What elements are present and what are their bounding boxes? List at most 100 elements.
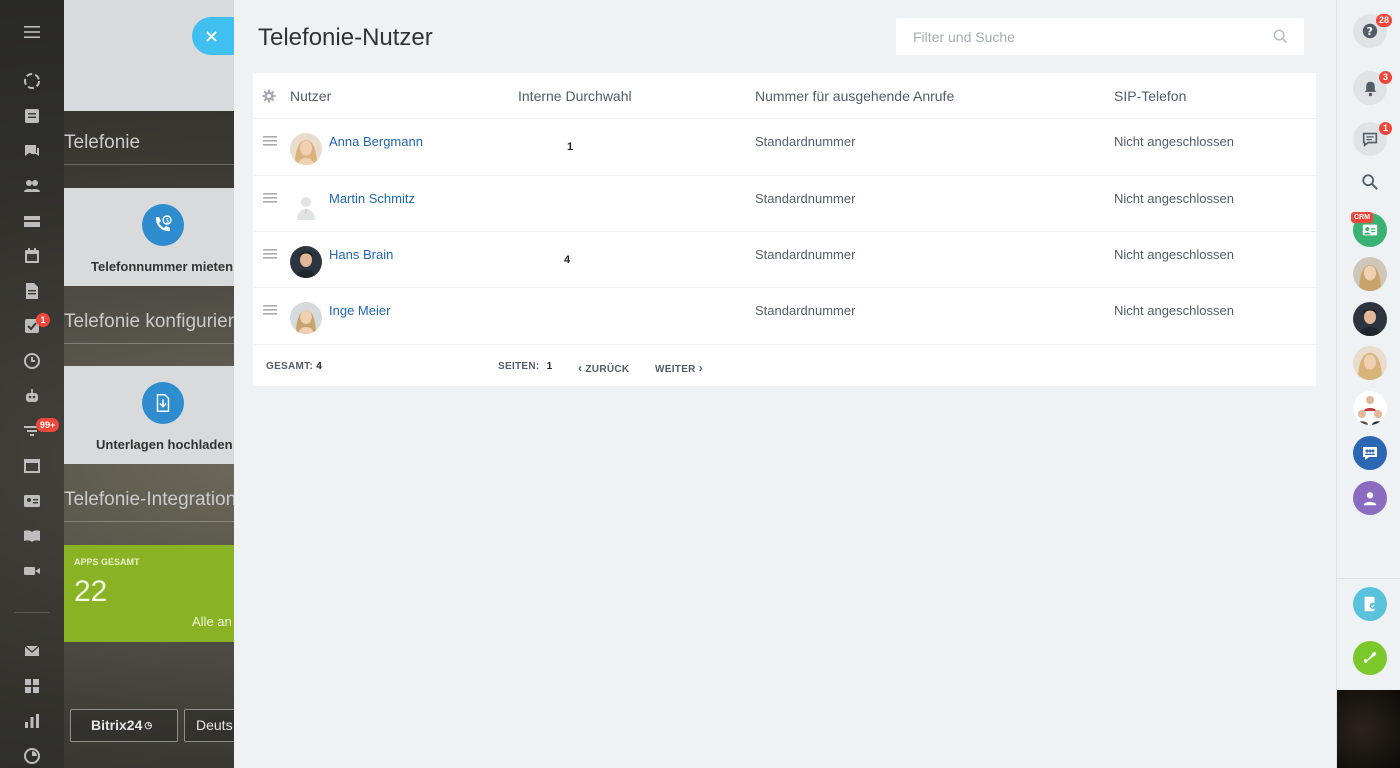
apps-total-count: 22 [74, 575, 108, 608]
sip-phone-status: Nicht angeschlossen [1114, 303, 1234, 318]
bitrix24-button[interactable]: Bitrix24 ◷ [70, 709, 178, 742]
outgoing-number-value[interactable]: Standardnummer [755, 247, 855, 262]
outgoing-number-value[interactable]: Standardnummer [755, 134, 855, 149]
total-label: GESAMT: [266, 361, 314, 372]
extension-value[interactable]: 1 [567, 141, 573, 153]
group-icon[interactable] [1353, 436, 1387, 470]
user-name-link[interactable]: Martin Schmitz [329, 191, 415, 206]
column-header-extension[interactable]: Interne Durchwahl [518, 88, 632, 104]
clock-small-icon: ◷ [144, 720, 153, 730]
window-icon[interactable] [21, 455, 43, 477]
row-menu-icon[interactable] [263, 249, 277, 259]
notifications-badge: 3 [1379, 71, 1392, 84]
background-photo-strip [1337, 690, 1400, 768]
avatar[interactable] [290, 133, 322, 165]
search-icon[interactable] [1353, 165, 1387, 199]
column-header-outgoing[interactable]: Nummer für ausgehende Anrufe [755, 88, 954, 104]
groups-icon[interactable] [21, 175, 43, 197]
column-header-sip[interactable]: SIP-Telefon [1114, 88, 1186, 104]
column-header-user[interactable]: Nutzer [290, 88, 331, 104]
drive-icon[interactable] [21, 210, 43, 232]
search-icon[interactable] [1273, 29, 1288, 44]
row-menu-icon[interactable] [263, 193, 277, 203]
users-grid: Nutzer Interne Durchwahl Nummer für ausg… [253, 73, 1316, 386]
news-feed-icon[interactable] [21, 105, 43, 127]
sip-phone-status: Nicht angeschlossen [1114, 247, 1234, 262]
call-button-icon[interactable] [1353, 641, 1387, 675]
outgoing-number-value[interactable]: Standardnummer [755, 303, 855, 318]
svg-text:$: $ [166, 217, 170, 224]
divider [64, 164, 236, 165]
phone-book-icon[interactable] [1353, 587, 1387, 621]
right-rail-divider [1337, 578, 1400, 579]
mail-icon[interactable] [21, 640, 43, 662]
apps-grid-icon[interactable] [21, 675, 43, 697]
row-menu-icon[interactable] [263, 305, 277, 315]
robot-icon[interactable] [21, 385, 43, 407]
telephony-users-panel: Telefonie-Nutzer Nutzer Interne Durchwah… [234, 0, 1336, 768]
phone-dollar-icon: $ [142, 204, 184, 246]
recent-contact-avatar[interactable] [1353, 346, 1387, 380]
rent-number-card[interactable]: $ Telefonnummer mieten [64, 188, 236, 286]
bitrix24-label: Bitrix24 [91, 717, 143, 733]
calendar-icon[interactable] [21, 245, 43, 267]
sip-phone-status: Nicht angeschlossen [1114, 134, 1234, 149]
messages-badge: 1 [1379, 122, 1392, 135]
next-page-button[interactable]: WEITER › [655, 361, 703, 375]
previous-page-button[interactable]: ‹ ZURÜCK [578, 361, 629, 375]
outgoing-number-value[interactable]: Standardnummer [755, 191, 855, 206]
total-count: GESAMT: 4 [266, 361, 322, 372]
avatar[interactable] [290, 302, 322, 334]
right-sidebar: ? 28 3 1 CRM [1336, 0, 1400, 768]
section-title-telefonie: Telefonie [64, 132, 141, 153]
chat-icon[interactable] [21, 140, 43, 162]
chevron-right-icon: › [698, 361, 704, 375]
knowledge-book-icon[interactable] [21, 525, 43, 547]
apps-total-caption: APPS GESAMT [74, 557, 140, 567]
video-icon[interactable] [21, 560, 43, 582]
clock-icon[interactable] [21, 350, 43, 372]
previous-page-label: ZURÜCK [585, 364, 630, 375]
chevron-left-icon: ‹ [578, 361, 583, 375]
recent-contact-avatar[interactable] [1353, 302, 1387, 336]
activity-stream-icon[interactable] [21, 70, 43, 92]
table-row: Hans Brain 4 Standardnummer Nicht angesc… [253, 231, 1316, 288]
table-row: Anna Bergmann 1 Standardnummer Nicht ang… [253, 118, 1316, 175]
background-telephony-page: Telefonie $ Telefonnummer mieten Telefon… [64, 0, 236, 768]
next-page-label: WEITER [655, 364, 696, 375]
search-box[interactable] [896, 18, 1304, 55]
extension-value[interactable]: 4 [564, 254, 570, 266]
recent-contact-avatar[interactable] [1353, 257, 1387, 291]
contact-card-icon[interactable] [21, 490, 43, 512]
rent-number-label: Telefonnummer mieten [91, 259, 234, 274]
upload-documents-card[interactable]: Unterlagen hochladen [64, 366, 236, 464]
analytics-icon[interactable] [21, 710, 43, 732]
section-title-integration: Telefonie-Integration [64, 489, 236, 510]
user-profile-icon[interactable] [1353, 481, 1387, 515]
gear-icon[interactable] [262, 89, 276, 103]
page-title: Telefonie-Nutzer [258, 24, 433, 51]
user-name-link[interactable]: Hans Brain [329, 247, 393, 262]
section-title-configure: Telefonie konfigurieren [64, 311, 236, 332]
row-menu-icon[interactable] [263, 136, 277, 146]
total-value: 4 [316, 361, 323, 372]
close-slider-button[interactable] [192, 17, 236, 55]
divider [64, 521, 236, 522]
tasks-badge: 1 [36, 313, 50, 327]
apps-total-tile[interactable]: APPS GESAMT 22 Alle an [64, 545, 236, 642]
avatar[interactable] [290, 246, 322, 278]
search-input[interactable] [896, 18, 1266, 55]
table-row: Inge Meier Standardnummer Nicht angeschl… [253, 287, 1316, 344]
user-name-link[interactable]: Anna Bergmann [329, 134, 423, 149]
grid-footer: GESAMT: 4 SEITEN: 1 ‹ ZURÜCK WEITER › [253, 344, 1316, 386]
left-menu-rail: 1 99+ [0, 0, 64, 768]
user-name-link[interactable]: Inge Meier [329, 303, 390, 318]
crm-tag: CRM [1351, 212, 1373, 223]
hamburger-menu-icon[interactable] [21, 21, 43, 43]
pie-clock-icon[interactable] [21, 745, 43, 767]
avatar-placeholder-icon[interactable] [290, 190, 322, 222]
apps-all-link[interactable]: Alle an [192, 614, 232, 629]
group-chat-avatar[interactable] [1353, 391, 1387, 425]
language-button[interactable]: Deuts [184, 709, 236, 742]
document-icon[interactable] [21, 280, 43, 302]
